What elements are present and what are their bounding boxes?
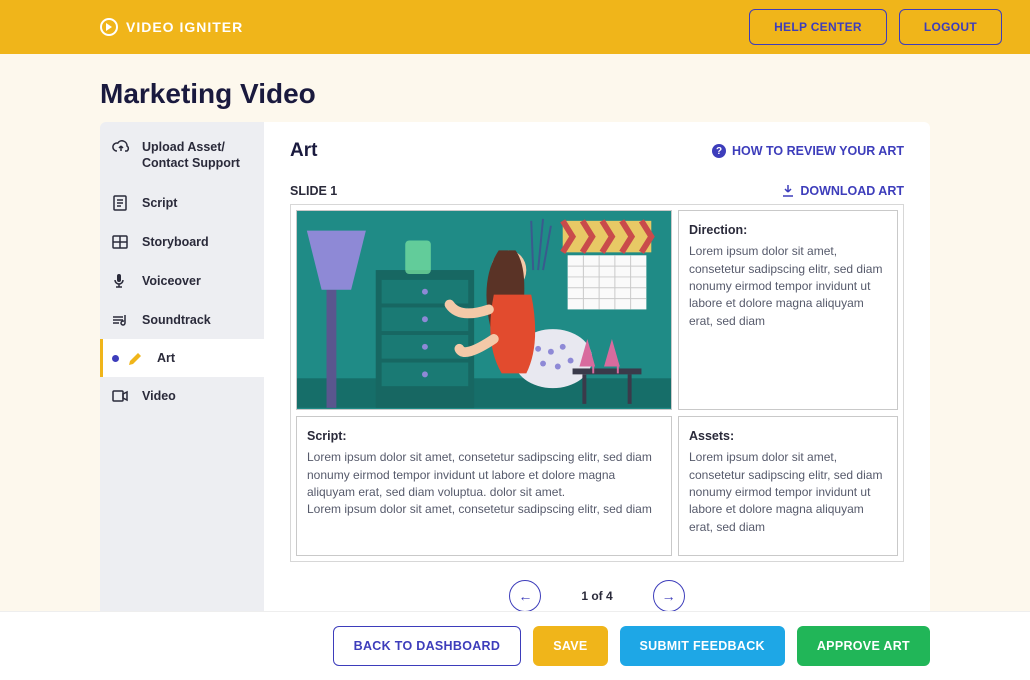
sidebar-item-art[interactable]: Art <box>100 339 264 377</box>
brand-logo: VIDEO IGNITER <box>100 18 243 36</box>
sidebar-item-label: Script <box>142 196 177 210</box>
topbar-actions: HELP CENTER LOGOUT <box>749 9 1002 45</box>
assets-label: Assets: <box>689 427 887 445</box>
storyboard-icon <box>112 235 130 249</box>
sidebar-item-video[interactable]: Video <box>100 377 264 415</box>
pager-text: 1 of 4 <box>581 589 612 603</box>
script-text: Lorem ipsum dolor sit amet, consetetur s… <box>307 450 652 516</box>
sidebar: Upload Asset/ Contact Support Script Sto… <box>100 122 264 632</box>
direction-cell: Direction: Lorem ipsum dolor sit amet, c… <box>678 210 898 410</box>
music-icon <box>112 313 130 327</box>
download-art-label: DOWNLOAD ART <box>800 184 904 198</box>
direction-label: Direction: <box>689 221 887 239</box>
script-cell: Script: Lorem ipsum dolor sit amet, cons… <box>296 416 672 556</box>
direction-text: Lorem ipsum dolor sit amet, consetetur s… <box>689 244 882 328</box>
script-icon <box>112 195 130 211</box>
section-title: Art <box>290 140 317 162</box>
main-panel: Art ? HOW TO REVIEW YOUR ART SLIDE 1 DOW… <box>264 122 930 632</box>
pen-icon <box>127 351 145 365</box>
how-to-review-link[interactable]: ? HOW TO REVIEW YOUR ART <box>712 144 904 158</box>
topbar: VIDEO IGNITER HELP CENTER LOGOUT <box>0 0 1030 54</box>
arrow-right-icon: → <box>662 588 676 604</box>
footer-actions: BACK TO DASHBOARD SAVE SUBMIT FEEDBACK A… <box>0 611 1030 680</box>
sidebar-item-voiceover[interactable]: Voiceover <box>100 261 264 301</box>
arrow-left-icon: ← <box>518 588 532 604</box>
active-dot-icon <box>112 355 119 362</box>
help-center-button[interactable]: HELP CENTER <box>749 9 887 45</box>
sidebar-item-script[interactable]: Script <box>100 183 264 223</box>
workspace: Upload Asset/ Contact Support Script Sto… <box>0 122 1030 632</box>
brand-text: VIDEO IGNITER <box>126 19 243 35</box>
sidebar-item-label: Video <box>142 389 176 403</box>
download-icon <box>782 185 794 197</box>
mic-icon <box>112 273 130 289</box>
sidebar-item-soundtrack[interactable]: Soundtrack <box>100 301 264 339</box>
cloud-upload-icon <box>112 140 130 154</box>
script-label: Script: <box>307 427 661 445</box>
sidebar-item-label: Storyboard <box>142 235 209 249</box>
sidebar-item-label: Upload Asset/ Contact Support <box>142 140 240 171</box>
next-slide-button[interactable]: → <box>653 580 685 612</box>
sidebar-item-label: Soundtrack <box>142 313 211 327</box>
main-header: Art ? HOW TO REVIEW YOUR ART <box>290 140 904 162</box>
brand-icon <box>100 18 118 36</box>
assets-text: Lorem ipsum dolor sit amet, consetetur s… <box>689 450 882 534</box>
download-art-link[interactable]: DOWNLOAD ART <box>782 184 904 198</box>
prev-slide-button[interactable]: ← <box>509 580 541 612</box>
sidebar-item-label: Voiceover <box>142 274 201 288</box>
art-preview[interactable] <box>296 210 672 410</box>
art-illustration <box>297 211 671 408</box>
sidebar-item-label: Art <box>157 351 175 365</box>
save-button[interactable]: SAVE <box>533 626 607 666</box>
logout-button[interactable]: LOGOUT <box>899 9 1002 45</box>
slide-subtitle-row: SLIDE 1 DOWNLOAD ART <box>290 184 904 198</box>
svg-text:?: ? <box>716 146 722 157</box>
submit-feedback-button[interactable]: SUBMIT FEEDBACK <box>620 626 785 666</box>
help-circle-icon: ? <box>712 144 726 158</box>
slide-grid: Direction: Lorem ipsum dolor sit amet, c… <box>290 204 904 562</box>
slide-number-label: SLIDE 1 <box>290 184 337 198</box>
video-icon <box>112 390 130 402</box>
back-to-dashboard-button[interactable]: BACK TO DASHBOARD <box>333 626 522 666</box>
assets-cell: Assets: Lorem ipsum dolor sit amet, cons… <box>678 416 898 556</box>
slide-pager: ← 1 of 4 → <box>290 580 904 612</box>
sidebar-item-storyboard[interactable]: Storyboard <box>100 223 264 261</box>
page-title: Marketing Video <box>0 54 1030 122</box>
how-to-label: HOW TO REVIEW YOUR ART <box>732 144 904 158</box>
approve-art-button[interactable]: APPROVE ART <box>797 626 930 666</box>
sidebar-item-upload[interactable]: Upload Asset/ Contact Support <box>100 128 264 183</box>
